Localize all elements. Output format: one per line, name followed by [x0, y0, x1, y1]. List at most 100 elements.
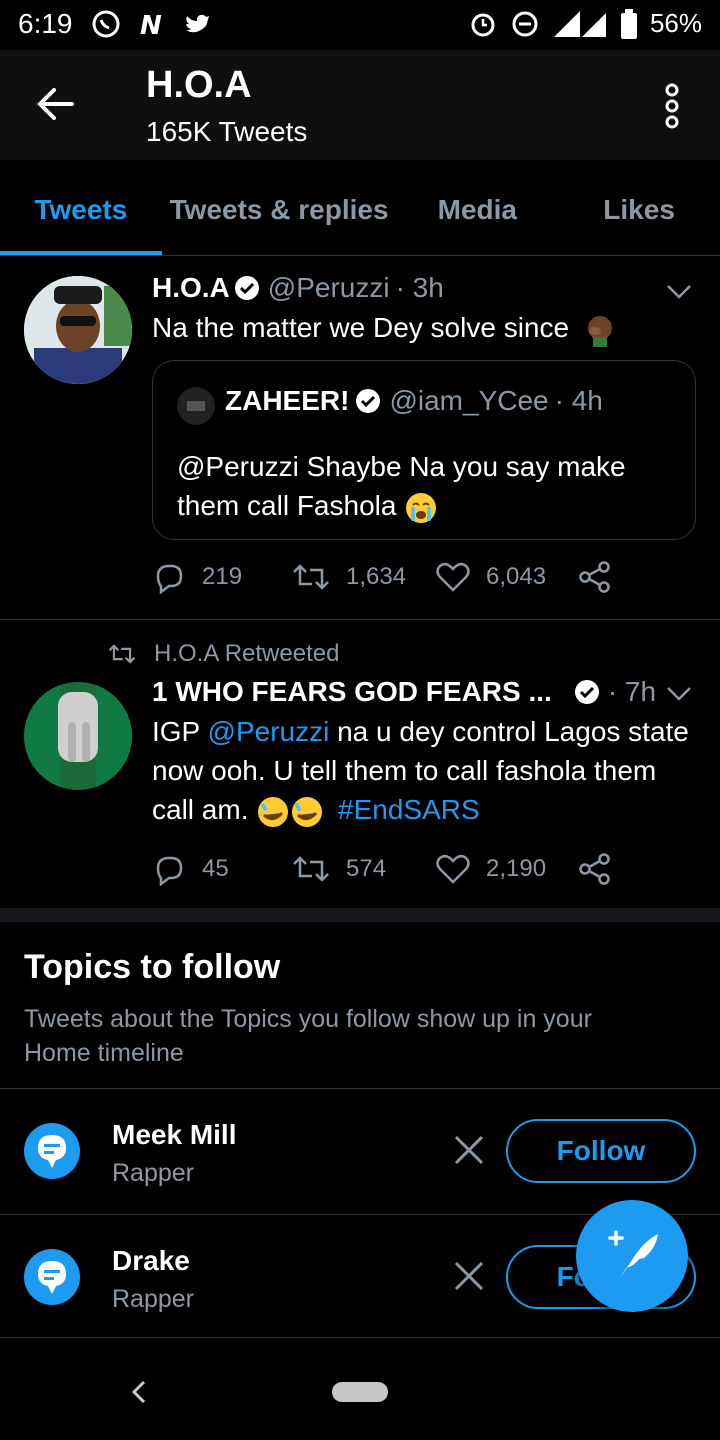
avatar-image [24, 682, 132, 790]
do-not-disturb-icon [512, 11, 538, 36]
signal-icon: 3G [553, 10, 606, 37]
retweet-icon [293, 564, 329, 590]
retweet-count: 1,634 [346, 563, 407, 590]
notification-icons: N [90, 8, 214, 40]
follow-button[interactable]: Follow [506, 1119, 696, 1183]
tweet-time: · 7h [607, 676, 657, 707]
tweet-time: · 3h [395, 272, 444, 303]
tweet-text-body: Na the matter we Dey solve since [152, 312, 570, 343]
verified-badge-icon [234, 276, 259, 300]
alarm-icon [471, 13, 495, 36]
battery-icon [620, 8, 637, 39]
topics-title: Topics to follow [24, 948, 281, 986]
back-arrow-icon[interactable] [34, 82, 78, 126]
topic-icon [24, 1123, 80, 1179]
home-gesture-pill[interactable] [332, 1382, 388, 1402]
share-icon[interactable] [578, 560, 612, 594]
retweet-icon [293, 856, 329, 882]
tweet-text-prefix: IGP [152, 716, 208, 747]
retweet-icon [108, 644, 136, 664]
topic-icon [24, 1249, 80, 1305]
quoted-text-body: @Peruzzi Shaybe Na you say make them cal… [177, 451, 626, 521]
tweet-text: IGP @Peruzzi na u dey control Lagos stat… [152, 712, 696, 829]
nav-back-icon[interactable] [126, 1378, 150, 1406]
retweet-action[interactable]: 574 [292, 854, 436, 884]
reply-count: 45 [202, 855, 229, 882]
quoted-tweet[interactable]: ZAHEER! @iam_YCee · 4h @Peruzzi Shaybe N… [152, 360, 696, 540]
svg-text:N: N [140, 11, 162, 40]
status-right: 3G 56% [468, 8, 702, 39]
tab-likes[interactable]: Likes [558, 160, 720, 255]
avatar-image [24, 276, 132, 384]
tweet-header: 1 WHO FEARS GOD FEARS ... · 7h [152, 676, 696, 708]
facepalm-emoji-icon [587, 315, 612, 347]
topic-name: Drake [112, 1245, 190, 1276]
avatar[interactable] [24, 682, 132, 790]
chevron-down-icon[interactable] [666, 284, 692, 300]
reply-action[interactable]: 219 [152, 560, 292, 594]
retweet-context: H.O.A Retweeted [108, 640, 339, 668]
tweet-actions: 45 574 2,190 [152, 852, 612, 886]
dismiss-icon[interactable] [452, 1259, 486, 1293]
profile-title: H.O.A [146, 64, 252, 106]
compose-tweet-button[interactable] [576, 1200, 688, 1312]
author-name[interactable]: H.O.A [152, 272, 230, 304]
hashtag-link[interactable]: #EndSARS [338, 794, 480, 825]
reply-icon [156, 856, 183, 886]
like-count: 6,043 [486, 563, 547, 590]
avatar[interactable] [24, 276, 132, 384]
heart-icon [436, 854, 470, 884]
topic-name: Meek Mill [112, 1119, 237, 1150]
crying-emoji-icon [406, 492, 437, 523]
topic-category: Rapper [112, 1159, 194, 1187]
topic-row[interactable]: Meek Mill Rapper Follow [0, 1088, 720, 1212]
reply-count: 219 [202, 563, 243, 590]
battery-percent: 56% [649, 8, 702, 38]
chevron-down-icon[interactable] [666, 686, 692, 702]
tweet-content: H.O.A @Peruzzi · 3h Na the matter we Dey… [152, 272, 696, 347]
quoted-author-name: ZAHEER! [225, 385, 350, 416]
like-count: 2,190 [486, 855, 547, 882]
tweet[interactable]: H.O.A @Peruzzi · 3h Na the matter we Dey… [0, 256, 720, 620]
topics-description: Tweets about the Topics you follow show … [24, 1005, 592, 1067]
status-bar: 6:19 N 3G 56% [0, 0, 720, 50]
author-name[interactable]: 1 WHO FEARS GOD FEARS ... [152, 676, 552, 708]
verified-badge-icon [356, 389, 381, 413]
profile-tabs: Tweets Tweets & replies Media Likes [0, 160, 720, 256]
mention-link[interactable]: @Peruzzi [208, 716, 330, 747]
topic-category: Rapper [112, 1285, 194, 1313]
quoted-time: · 4h [554, 385, 603, 416]
author-handle[interactable]: @Peruzzi [268, 272, 390, 304]
whatsapp-icon [92, 10, 120, 38]
quoted-header: ZAHEER! @iam_YCee · 4h [225, 385, 603, 417]
share-icon[interactable] [578, 852, 612, 886]
tweet[interactable]: H.O.A Retweeted 1 WHO FEARS GOD FEARS ..… [0, 620, 720, 908]
rofl-emoji-icon [292, 796, 323, 827]
profile-header: H.O.A 165K Tweets [0, 50, 720, 160]
like-action[interactable]: 2,190 [436, 853, 578, 885]
tweet-content: 1 WHO FEARS GOD FEARS ... · 7h IGP @Peru… [152, 676, 696, 829]
tab-tweets-replies[interactable]: Tweets & replies [162, 160, 397, 255]
status-time: 6:19 [18, 8, 73, 39]
dismiss-icon[interactable] [452, 1133, 486, 1167]
tweet-text: Na the matter we Dey solve since [152, 308, 696, 347]
reply-action[interactable]: 45 [152, 852, 292, 886]
network-type: 3G [586, 13, 600, 24]
retweeted-by-label: H.O.A Retweeted [154, 640, 340, 667]
reply-icon [156, 564, 183, 594]
twitter-bird-icon [186, 14, 209, 33]
quoted-text: @Peruzzi Shaybe Na you say make them cal… [177, 447, 677, 525]
like-action[interactable]: 6,043 [436, 561, 578, 593]
heart-icon [436, 562, 470, 592]
tweet-actions: 219 1,634 6,043 [152, 560, 612, 594]
verified-badge-icon [574, 680, 599, 704]
retweet-count: 574 [346, 855, 387, 882]
retweet-action[interactable]: 1,634 [292, 562, 436, 592]
quoted-author-handle: @iam_YCee [389, 385, 549, 416]
compose-feather-icon [608, 1230, 658, 1278]
tab-media[interactable]: Media [396, 160, 558, 255]
system-navigation-bar [0, 1340, 720, 1440]
tab-tweets[interactable]: Tweets [0, 160, 162, 255]
more-options-icon[interactable] [664, 82, 680, 130]
tweet-count: 165K Tweets [146, 116, 308, 147]
